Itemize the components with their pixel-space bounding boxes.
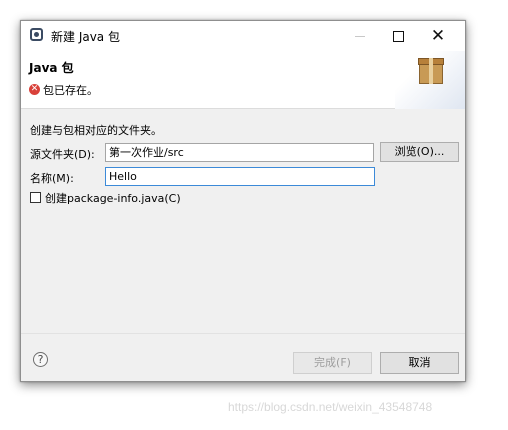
finish-button[interactable]: 完成(F) <box>293 352 372 374</box>
banner-decoration <box>395 51 465 109</box>
browse-button[interactable]: 浏览(O)... <box>380 142 459 162</box>
close-icon: ✕ <box>430 26 446 46</box>
source-folder-input[interactable]: 第一次作业/src <box>105 143 374 162</box>
new-java-package-dialog: 新建 Java 包 ✕ Java 包 ✕ 包已存在。 创建与包相对应的文件夹。 … <box>20 20 466 382</box>
help-icon[interactable]: ? <box>33 352 48 367</box>
section-description: 创建与包相对应的文件夹。 <box>30 124 162 137</box>
error-message: 包已存在。 <box>43 84 98 97</box>
error-icon: ✕ <box>29 84 40 95</box>
package-info-checkbox[interactable] <box>30 192 41 203</box>
package-info-label[interactable]: 创建package-info.java(C) <box>45 190 181 206</box>
name-label: 名称(M): <box>30 172 74 185</box>
window-title: 新建 Java 包 <box>51 30 120 44</box>
close-button[interactable]: ✕ <box>419 21 457 51</box>
footer-divider <box>21 333 465 334</box>
package-icon <box>418 58 444 84</box>
page: 新建 Java 包 ✕ Java 包 ✕ 包已存在。 创建与包相对应的文件夹。 … <box>0 0 508 430</box>
eclipse-app-icon <box>30 28 43 41</box>
title-bar[interactable]: 新建 Java 包 ✕ <box>21 21 465 51</box>
source-folder-label: 源文件夹(D): <box>30 148 95 161</box>
wizard-header: Java 包 ✕ 包已存在。 <box>21 51 465 109</box>
name-input[interactable]: Hello <box>105 167 375 186</box>
minimize-icon <box>355 35 365 37</box>
cancel-button[interactable]: 取消 <box>380 352 459 374</box>
minimize-button[interactable] <box>341 21 379 51</box>
maximize-icon <box>392 30 404 42</box>
maximize-button[interactable] <box>379 21 417 51</box>
wizard-title: Java 包 <box>29 61 74 75</box>
watermark: https://blog.csdn.net/weixin_43548748 <box>228 400 433 414</box>
